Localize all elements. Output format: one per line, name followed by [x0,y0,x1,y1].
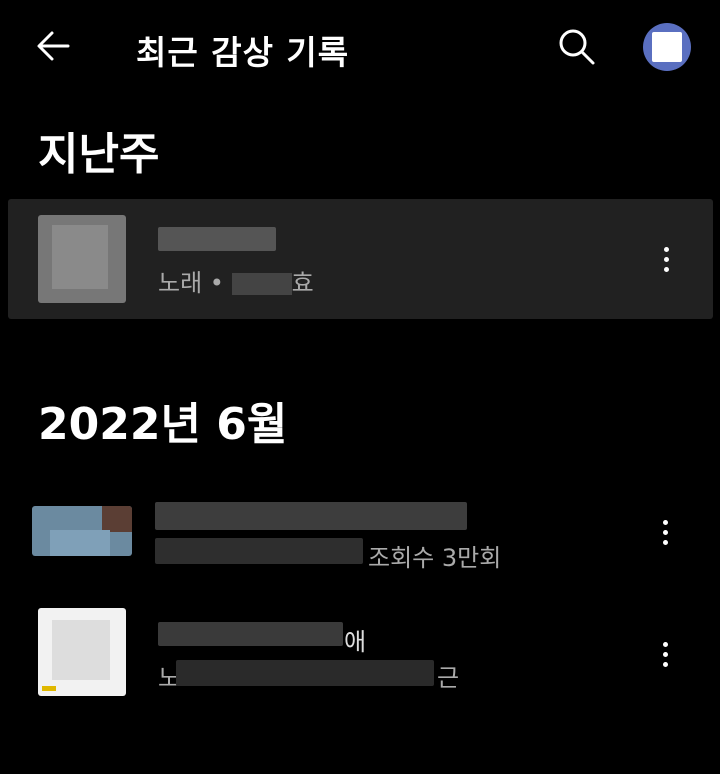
subtitle-prefix: 노래 • [158,269,224,297]
history-item[interactable]: 노래 • 효 [8,199,713,319]
avatar-image [652,32,682,62]
item-subtitle-suffix: 근 [437,664,460,692]
album-thumbnail [38,608,126,696]
subtitle-suffix: 효 [291,269,314,297]
item-channel-blurred [155,538,363,564]
page-title: 최근 감상 기록 [136,33,350,72]
more-options-icon[interactable] [654,239,678,279]
video-thumbnail [32,506,132,556]
history-item[interactable]: 조회수 3만회 [0,488,720,576]
section-heading-last-week: 지난주 [38,129,160,180]
item-title-blurred [155,502,467,530]
more-options-icon[interactable] [653,634,677,674]
account-avatar[interactable] [643,23,691,71]
item-subtitle-blurred [176,660,434,686]
view-count: 조회수 3만회 [368,544,502,572]
section-heading-june-2022: 2022년 6월 [38,399,288,450]
back-arrow-icon[interactable] [34,26,74,66]
search-icon[interactable] [556,26,596,66]
album-thumbnail [38,215,126,303]
item-subtitle: 노래 • 효 [158,263,314,298]
more-options-icon[interactable] [653,512,677,552]
item-title-blurred [158,622,343,646]
top-app-bar: 최근 감상 기록 [0,0,720,96]
blurred-artist [231,273,292,295]
title-suffix: 애 [344,628,367,656]
item-title-blurred [158,227,276,251]
history-item[interactable]: 애 노 근 [0,598,720,708]
